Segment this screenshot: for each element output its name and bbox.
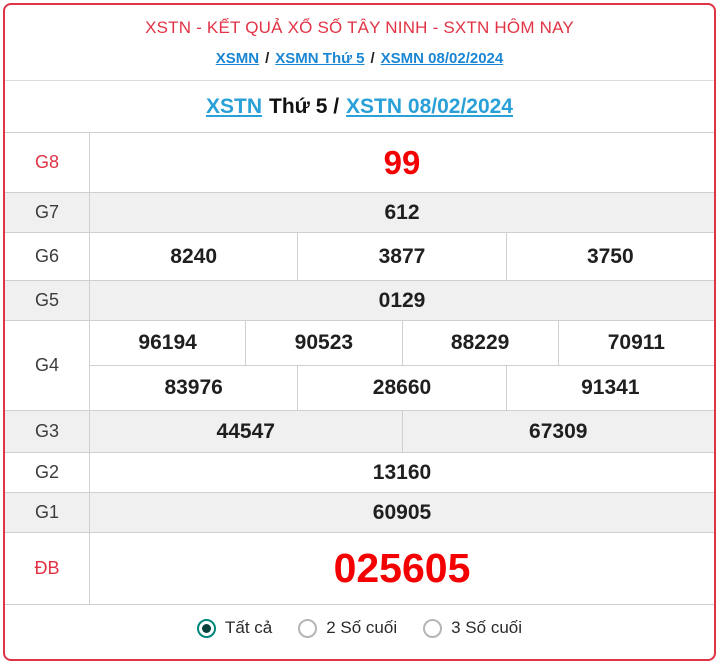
table-row-g7: G7 612 xyxy=(5,192,714,232)
table-row-db: ĐB 025605 xyxy=(5,532,714,604)
breadcrumb-link-xsmn[interactable]: XSMN xyxy=(216,50,259,67)
prize-value: 28660 xyxy=(297,366,505,410)
prize-value: 8240 xyxy=(170,244,218,268)
lottery-result-card: XSTN - KẾT QUẢ XỔ SỐ TÂY NINH - SXTN HÔM… xyxy=(3,3,716,661)
prize-value: 13160 xyxy=(372,460,432,484)
subheader-day-text: Thứ 5 / xyxy=(269,94,340,118)
prize-value: 44547 xyxy=(216,419,275,443)
subheader-link-xstn[interactable]: XSTN xyxy=(206,95,262,119)
results-table: G8 99 G7 612 G6 8240 3877 3750 G5 0129 G… xyxy=(5,132,714,604)
table-row-g4: G4 96194 90523 88229 70911 83976 28660 9… xyxy=(5,320,714,410)
radio-unchecked-icon[interactable] xyxy=(298,618,318,638)
prize-value: 99 xyxy=(383,143,421,181)
subheader-link-xstn-date[interactable]: XSTN 08/02/2024 xyxy=(346,95,513,119)
radio-option-last3[interactable]: 3 Số cuối xyxy=(423,618,522,638)
prize-label-g2: G2 xyxy=(5,453,90,492)
prize-value: 67309 xyxy=(401,411,715,452)
prize-value: 60905 xyxy=(372,500,432,524)
page-title: XSTN - KẾT QUẢ XỔ SỐ TÂY NINH - SXTN HÔM… xyxy=(145,18,574,37)
breadcrumb-separator: / xyxy=(370,50,375,67)
table-row-g5: G5 0129 xyxy=(5,280,714,320)
radio-option-all[interactable]: Tất cả xyxy=(196,618,273,638)
prize-value: 88229 xyxy=(401,321,558,365)
breadcrumb: XSMN / XSMN Thứ 5 / XSMN 08/02/2024 xyxy=(5,50,714,67)
radio-label: 2 Số cuối xyxy=(326,618,398,637)
table-row-g8: G8 99 xyxy=(5,132,714,192)
breadcrumb-link-xsmn-thu5[interactable]: XSMN Thứ 5 xyxy=(275,50,364,67)
prize-value-jackpot: 025605 xyxy=(333,545,471,591)
prize-label-g5: G5 xyxy=(5,281,90,320)
prize-label-g1: G1 xyxy=(5,493,90,532)
radio-option-last2[interactable]: 2 Số cuối xyxy=(298,618,397,638)
radio-label: 3 Số cuối xyxy=(451,618,523,637)
radio-label: Tất cả xyxy=(224,618,273,637)
prize-label-g8: G8 xyxy=(5,133,90,192)
prize-label-g6: G6 xyxy=(5,233,90,280)
radio-unchecked-icon[interactable] xyxy=(423,618,443,638)
prize-label-g4: G4 xyxy=(5,321,90,410)
prize-value: 83976 xyxy=(164,376,223,399)
prize-value: 91341 xyxy=(505,366,714,410)
radio-checked-icon[interactable] xyxy=(196,618,216,638)
prize-value: 3750 xyxy=(505,233,714,280)
header: XSTN - KẾT QUẢ XỔ SỐ TÂY NINH - SXTN HÔM… xyxy=(5,5,714,81)
prize-value: 70911 xyxy=(557,321,714,365)
breadcrumb-separator: / xyxy=(265,50,270,67)
prize-label-g7: G7 xyxy=(5,193,90,232)
prize-value: 96194 xyxy=(138,331,197,354)
display-filter: Tất cả 2 Số cuối 3 Số cuối xyxy=(5,604,714,651)
table-row-g2: G2 13160 xyxy=(5,452,714,492)
subheader: XSTN Thứ 5 / XSTN 08/02/2024 xyxy=(5,81,714,132)
table-row-g1: G1 60905 xyxy=(5,492,714,532)
prize-value: 3877 xyxy=(297,233,505,280)
table-row-g6: G6 8240 3877 3750 xyxy=(5,232,714,280)
prize-label-g3: G3 xyxy=(5,411,90,452)
prize-value: 90523 xyxy=(245,321,401,365)
table-row-g3: G3 44547 67309 xyxy=(5,410,714,452)
breadcrumb-link-xsmn-date[interactable]: XSMN 08/02/2024 xyxy=(381,50,504,67)
prize-label-db: ĐB xyxy=(5,533,90,604)
prize-value: 0129 xyxy=(378,288,426,312)
prize-value: 612 xyxy=(384,200,420,224)
